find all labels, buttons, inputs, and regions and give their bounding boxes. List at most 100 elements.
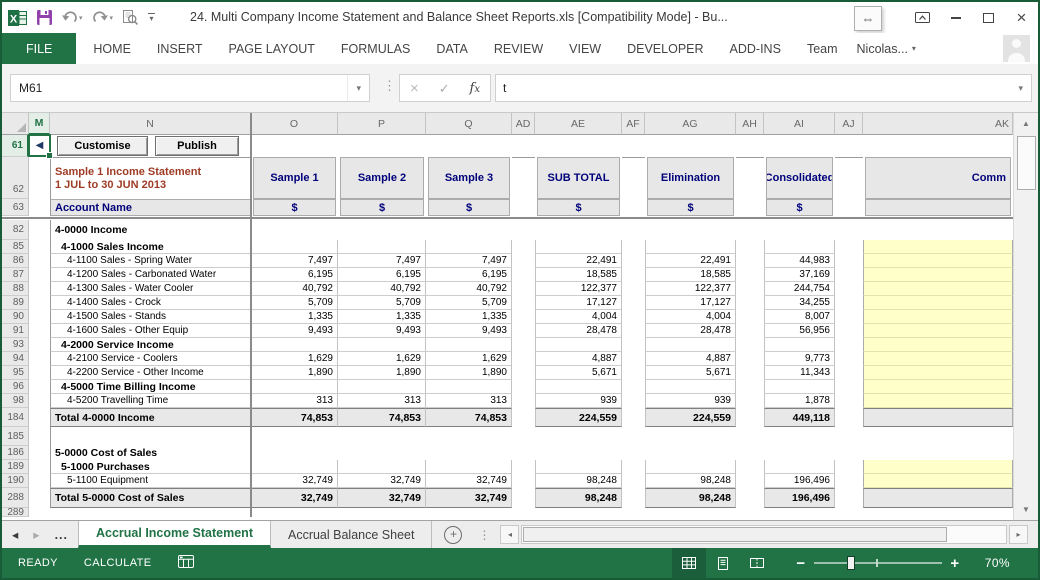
column-header-P[interactable]: P	[338, 113, 426, 135]
cell[interactable]	[622, 508, 645, 517]
value-cell[interactable]: 6,195	[426, 268, 512, 282]
value-cell[interactable]: 1,878	[764, 394, 835, 408]
value-cell[interactable]	[251, 338, 338, 352]
value-cell[interactable]: 17,127	[645, 296, 736, 310]
cell[interactable]	[835, 199, 863, 216]
value-cell[interactable]: 44,983	[764, 254, 835, 268]
value-cell[interactable]	[426, 240, 512, 254]
redo-icon[interactable]: ▾	[92, 11, 114, 24]
value-cell[interactable]: 98,248	[535, 474, 622, 488]
value-cell[interactable]: 5,709	[251, 296, 338, 310]
tab-bar-grip[interactable]: ⋮	[474, 521, 494, 548]
column-header-AJ[interactable]: AJ	[835, 113, 863, 135]
value-cell[interactable]: 8,007	[764, 310, 835, 324]
comment-cell[interactable]	[863, 324, 1013, 338]
status-calculate[interactable]: CALCULATE	[84, 557, 152, 569]
vertical-scrollbar[interactable]: ▲ ▼	[1013, 113, 1038, 520]
value-cell[interactable]	[426, 380, 512, 394]
cell[interactable]	[736, 240, 764, 254]
value-cell[interactable]: 9,493	[338, 324, 426, 338]
value-cell[interactable]: 939	[535, 394, 622, 408]
row61-cells[interactable]: Customise Publish	[50, 135, 1013, 157]
cell[interactable]	[622, 254, 645, 268]
sheet-prev-icon[interactable]: ◂	[12, 527, 18, 542]
cell[interactable]	[622, 474, 645, 488]
column-header-AH[interactable]: AH	[736, 113, 764, 135]
value-cell[interactable]	[251, 427, 338, 446]
comment-cell[interactable]	[863, 380, 1013, 394]
save-icon[interactable]	[37, 10, 52, 25]
cell[interactable]	[512, 352, 535, 366]
value-cell[interactable]	[338, 427, 426, 446]
column-header-AD[interactable]: AD	[512, 113, 535, 135]
value-cell[interactable]	[251, 508, 338, 517]
cell[interactable]	[29, 460, 50, 474]
cell[interactable]	[622, 427, 645, 446]
cell[interactable]	[29, 427, 50, 446]
zoom-slider[interactable]	[814, 562, 942, 564]
row-header[interactable]: 91	[2, 324, 29, 338]
column-header-AG[interactable]: AG	[645, 113, 736, 135]
column-header-M[interactable]: M	[29, 113, 50, 135]
macro-record-icon[interactable]	[178, 555, 194, 571]
value-cell[interactable]	[764, 338, 835, 352]
value-cell[interactable]: 32,749	[426, 474, 512, 488]
row-header[interactable]: 89	[2, 296, 29, 310]
value-cell[interactable]: 4,004	[535, 310, 622, 324]
row-header[interactable]: 288	[2, 488, 29, 508]
vertical-scrollbar-thumb[interactable]	[1017, 136, 1036, 190]
value-cell[interactable]: 4,887	[535, 352, 622, 366]
value-cell[interactable]	[426, 220, 512, 240]
account-name-cell[interactable]: 4-1000 Sales Income	[50, 240, 251, 254]
sheet-tab-accrual-income-statement[interactable]: Accrual Income Statement	[78, 521, 271, 548]
sheet-next-icon[interactable]: ▸	[33, 527, 39, 542]
cell[interactable]	[736, 310, 764, 324]
name-box[interactable]: M61 ▾	[10, 74, 370, 102]
cell[interactable]	[835, 240, 863, 254]
account-name-cell[interactable]: 4-1600 Sales - Other Equip	[50, 324, 251, 338]
formula-bar-grip[interactable]: ⋮	[383, 78, 396, 94]
account-name-cell[interactable]: 4-1200 Sales - Carbonated Water	[50, 268, 251, 282]
cell[interactable]	[29, 352, 50, 366]
insert-function-icon[interactable]: fx	[470, 81, 480, 96]
ribbon-tab-home[interactable]: HOME	[80, 33, 144, 64]
scroll-up-icon[interactable]: ▲	[1014, 113, 1038, 134]
value-cell[interactable]: 32,749	[338, 474, 426, 488]
value-cell[interactable]	[338, 508, 426, 517]
account-menu[interactable]: Nicolas... ▾	[857, 33, 916, 64]
cell[interactable]	[736, 352, 764, 366]
comment-cell[interactable]	[863, 240, 1013, 254]
value-cell[interactable]: 40,792	[426, 282, 512, 296]
cell[interactable]	[736, 488, 764, 508]
value-cell[interactable]: 6,195	[338, 268, 426, 282]
row-header[interactable]: 88	[2, 282, 29, 296]
value-cell[interactable]: 98,248	[645, 474, 736, 488]
cell[interactable]	[736, 366, 764, 380]
value-cell[interactable]: 40,792	[251, 282, 338, 296]
row-header[interactable]: 61	[2, 135, 29, 157]
cell[interactable]	[29, 408, 50, 427]
cell[interactable]	[835, 427, 863, 446]
value-cell[interactable]: 1,629	[338, 352, 426, 366]
value-cell[interactable]: 1,629	[251, 352, 338, 366]
cell[interactable]	[835, 508, 863, 517]
account-name-cell[interactable]: 4-1300 Sales - Water Cooler	[50, 282, 251, 296]
cell[interactable]	[512, 446, 535, 460]
dollar-header-cell[interactable]: $	[428, 199, 510, 216]
cell[interactable]	[622, 240, 645, 254]
cell[interactable]	[29, 380, 50, 394]
value-cell[interactable]	[764, 508, 835, 517]
value-cell[interactable]: 1,629	[426, 352, 512, 366]
comment-cell[interactable]	[863, 394, 1013, 408]
value-cell[interactable]: 32,749	[251, 488, 338, 508]
cell[interactable]	[736, 282, 764, 296]
cell[interactable]	[736, 460, 764, 474]
cell[interactable]	[835, 446, 863, 460]
value-cell[interactable]: 4,887	[645, 352, 736, 366]
column-header-AF[interactable]: AF	[622, 113, 645, 135]
ribbon-tab-data[interactable]: DATA	[423, 33, 480, 64]
value-cell[interactable]	[338, 460, 426, 474]
value-cell[interactable]: 22,491	[535, 254, 622, 268]
horizontal-scrollbar-thumb[interactable]	[523, 527, 947, 542]
comment-cell[interactable]	[863, 282, 1013, 296]
